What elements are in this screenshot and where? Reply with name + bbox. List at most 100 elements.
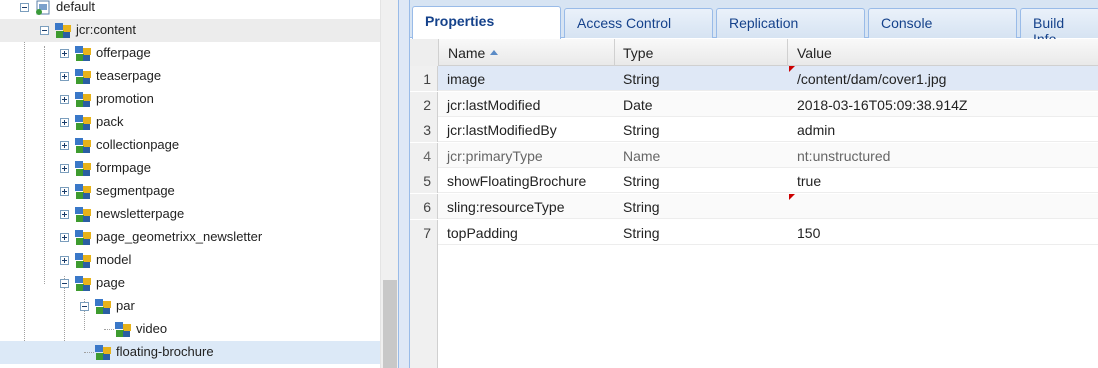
tree-node-label: page_geometrixx_newsletter	[96, 229, 263, 244]
tree-node-label: offerpage	[96, 45, 151, 60]
collapse-toggle-icon[interactable]	[40, 26, 49, 35]
content-node-icon	[95, 345, 111, 360]
property-type: String	[623, 173, 660, 190]
column-header-name[interactable]: Name	[439, 39, 615, 66]
tree-scrollbar[interactable]	[380, 0, 398, 368]
tree-node-label: floating-brochure	[116, 344, 214, 359]
tree-node[interactable]: pack	[0, 111, 380, 134]
collapse-toggle-icon[interactable]	[80, 302, 89, 311]
content-node-icon	[75, 115, 91, 130]
property-value[interactable]: /content/dam/cover1.jpg	[789, 66, 946, 91]
tree-node-label: promotion	[96, 91, 154, 106]
property-value[interactable]: 150	[789, 220, 820, 245]
property-row[interactable]: 7 topPadding String 150	[410, 219, 1098, 245]
property-type: String	[623, 199, 660, 215]
tree-node[interactable]: floating-brochure	[0, 341, 380, 364]
expand-toggle-icon[interactable]	[60, 49, 69, 58]
tree-node[interactable]: video	[0, 318, 380, 341]
tree-node-label: jcr:content	[76, 22, 136, 37]
property-row[interactable]: 3 jcr:lastModifiedBy String admin	[410, 117, 1098, 143]
expand-toggle-icon[interactable]	[60, 118, 69, 127]
row-number: 4	[410, 142, 438, 168]
tree-node-label: newsletterpage	[96, 206, 185, 221]
property-value[interactable]: nt:unstructured	[789, 143, 890, 168]
tab-properties[interactable]: Properties	[412, 6, 561, 39]
content-node-icon	[115, 322, 131, 337]
expand-toggle-icon[interactable]	[60, 187, 69, 196]
tree-node[interactable]: formpage	[0, 157, 380, 180]
collapse-toggle-icon[interactable]	[20, 3, 29, 12]
tree-node[interactable]: page_geometrixx_newsletter	[0, 226, 380, 249]
property-name: jcr:lastModified	[447, 96, 541, 113]
property-value[interactable]: 2018-03-16T05:09:38.914Z	[789, 92, 967, 117]
tab-replication[interactable]: Replication	[716, 8, 865, 38]
property-name: topPadding	[447, 224, 518, 241]
tree-node[interactable]: collectionpage	[0, 134, 380, 157]
tree-node[interactable]: offerpage	[0, 42, 380, 65]
panel-splitter[interactable]	[398, 0, 410, 368]
tree-node[interactable]: promotion	[0, 88, 380, 111]
property-type: String	[623, 122, 660, 139]
row-number-gutter	[410, 245, 438, 368]
content-node-icon	[75, 138, 91, 153]
tree-node-label: formpage	[96, 160, 151, 175]
property-value[interactable]: admin	[789, 117, 835, 142]
row-number: 2	[410, 91, 438, 117]
column-header-type-label: Type	[623, 45, 654, 61]
column-header-type[interactable]: Type	[615, 39, 788, 66]
expand-toggle-icon[interactable]	[60, 164, 69, 173]
tree-node[interactable]: page	[0, 272, 380, 295]
content-node-icon	[75, 184, 91, 199]
tab-console[interactable]: Console	[868, 8, 1017, 38]
content-node-icon	[75, 92, 91, 107]
content-node-icon	[75, 46, 91, 61]
expand-toggle-icon[interactable]	[60, 72, 69, 81]
content-node-icon	[75, 69, 91, 84]
row-number: 6	[410, 194, 438, 219]
property-row[interactable]: 4 jcr:primaryType Name nt:unstructured	[410, 142, 1098, 168]
tree-node-label: collectionpage	[96, 137, 180, 152]
tree-node[interactable]: model	[0, 249, 380, 272]
content-tree[interactable]: default jcr:content offerpage teaserpage pro…	[0, 0, 398, 368]
tree-connector	[104, 329, 114, 330]
property-row[interactable]: 1 image String/content/dam/cover1.jpg	[410, 66, 1098, 91]
modified-marker-icon	[789, 66, 795, 72]
tree-node[interactable]: segmentpage	[0, 180, 380, 203]
tree-node[interactable]: jcr:content	[0, 19, 380, 42]
expand-toggle-icon[interactable]	[60, 256, 69, 265]
property-name: jcr:primaryType	[447, 147, 543, 164]
column-header-value[interactable]: Value	[788, 39, 1098, 66]
tree-node[interactable]: newsletterpage	[0, 203, 380, 226]
page-node-icon	[36, 0, 50, 15]
tree-node-label: segmentpage	[96, 183, 175, 198]
tree-node-label: model	[96, 252, 132, 267]
content-node-icon	[75, 276, 91, 291]
tree-node-label: page	[96, 275, 125, 290]
property-name: sling:resourceType	[447, 199, 565, 215]
tree-node[interactable]: par	[0, 295, 380, 318]
tree-node-label: default	[56, 0, 96, 14]
tree-node[interactable]: default	[0, 0, 380, 19]
property-name: jcr:lastModifiedBy	[447, 122, 557, 139]
property-row[interactable]: 5 showFloatingBrochure String true	[410, 168, 1098, 194]
expand-toggle-icon[interactable]	[60, 233, 69, 242]
tree-node[interactable]: teaserpage	[0, 65, 380, 88]
content-node-icon	[75, 207, 91, 222]
expand-toggle-icon[interactable]	[60, 141, 69, 150]
tab-access-control[interactable]: Access Control	[564, 8, 713, 38]
property-row[interactable]: 2 jcr:lastModified Date 2018-03-16T05:09:38…	[410, 91, 1098, 117]
tree-connector	[84, 352, 94, 353]
row-number: 3	[410, 117, 438, 143]
tree-node-label: par	[116, 298, 135, 313]
row-number: 1	[410, 66, 438, 91]
collapse-toggle-icon[interactable]	[60, 279, 69, 288]
expand-toggle-icon[interactable]	[60, 95, 69, 104]
content-node-icon	[75, 230, 91, 245]
expand-toggle-icon[interactable]	[60, 210, 69, 219]
property-row[interactable]: 6 sling:resourceType String	[410, 194, 1098, 219]
property-value[interactable]: true	[789, 168, 821, 193]
sort-ascending-icon	[490, 49, 499, 55]
tree-scrollbar-thumb[interactable]	[383, 280, 397, 368]
tab-build-info[interactable]: Build Info	[1020, 8, 1098, 47]
column-header-value-label: Value	[797, 45, 832, 61]
